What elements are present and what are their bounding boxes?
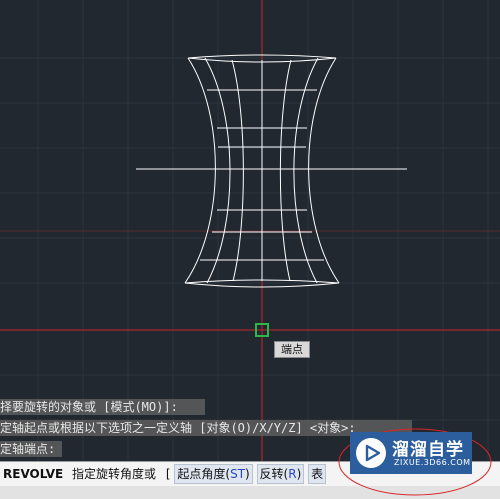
- play-logo-icon: [356, 438, 386, 468]
- option-expression[interactable]: 表: [308, 464, 327, 484]
- watermark-title: 溜溜自学: [392, 440, 464, 460]
- model-space-canvas[interactable]: [0, 0, 500, 461]
- option-key: ST: [230, 467, 246, 481]
- command-history-line: 定轴端点:: [0, 441, 62, 457]
- watermark-logo: 溜溜自学 ZIXUE.3D66.COM: [350, 432, 472, 474]
- option-label: 起点角度(: [177, 467, 231, 481]
- option-reverse[interactable]: 反转(R): [256, 464, 305, 484]
- command-history-line: 择要旋转的对象或 [模式(MO)]:: [0, 399, 205, 415]
- option-key: R: [288, 467, 297, 481]
- command-name: REVOLVE: [3, 467, 64, 481]
- command-prompt: 指定旋转角度或: [72, 467, 157, 481]
- option-label: 表: [311, 467, 324, 481]
- option-bracket: [: [165, 467, 171, 481]
- option-label: 反转(: [259, 467, 289, 481]
- option-close: ): [245, 467, 250, 481]
- option-start-angle[interactable]: 起点角度(ST): [174, 464, 253, 484]
- watermark-url: ZIXUE.3D66.COM: [394, 458, 471, 467]
- osnap-tooltip: 端点: [274, 341, 310, 358]
- revolved-surface-wireframe: [136, 54, 407, 288]
- drawing-viewport[interactable]: 端点: [0, 0, 500, 461]
- option-close: ): [296, 467, 302, 481]
